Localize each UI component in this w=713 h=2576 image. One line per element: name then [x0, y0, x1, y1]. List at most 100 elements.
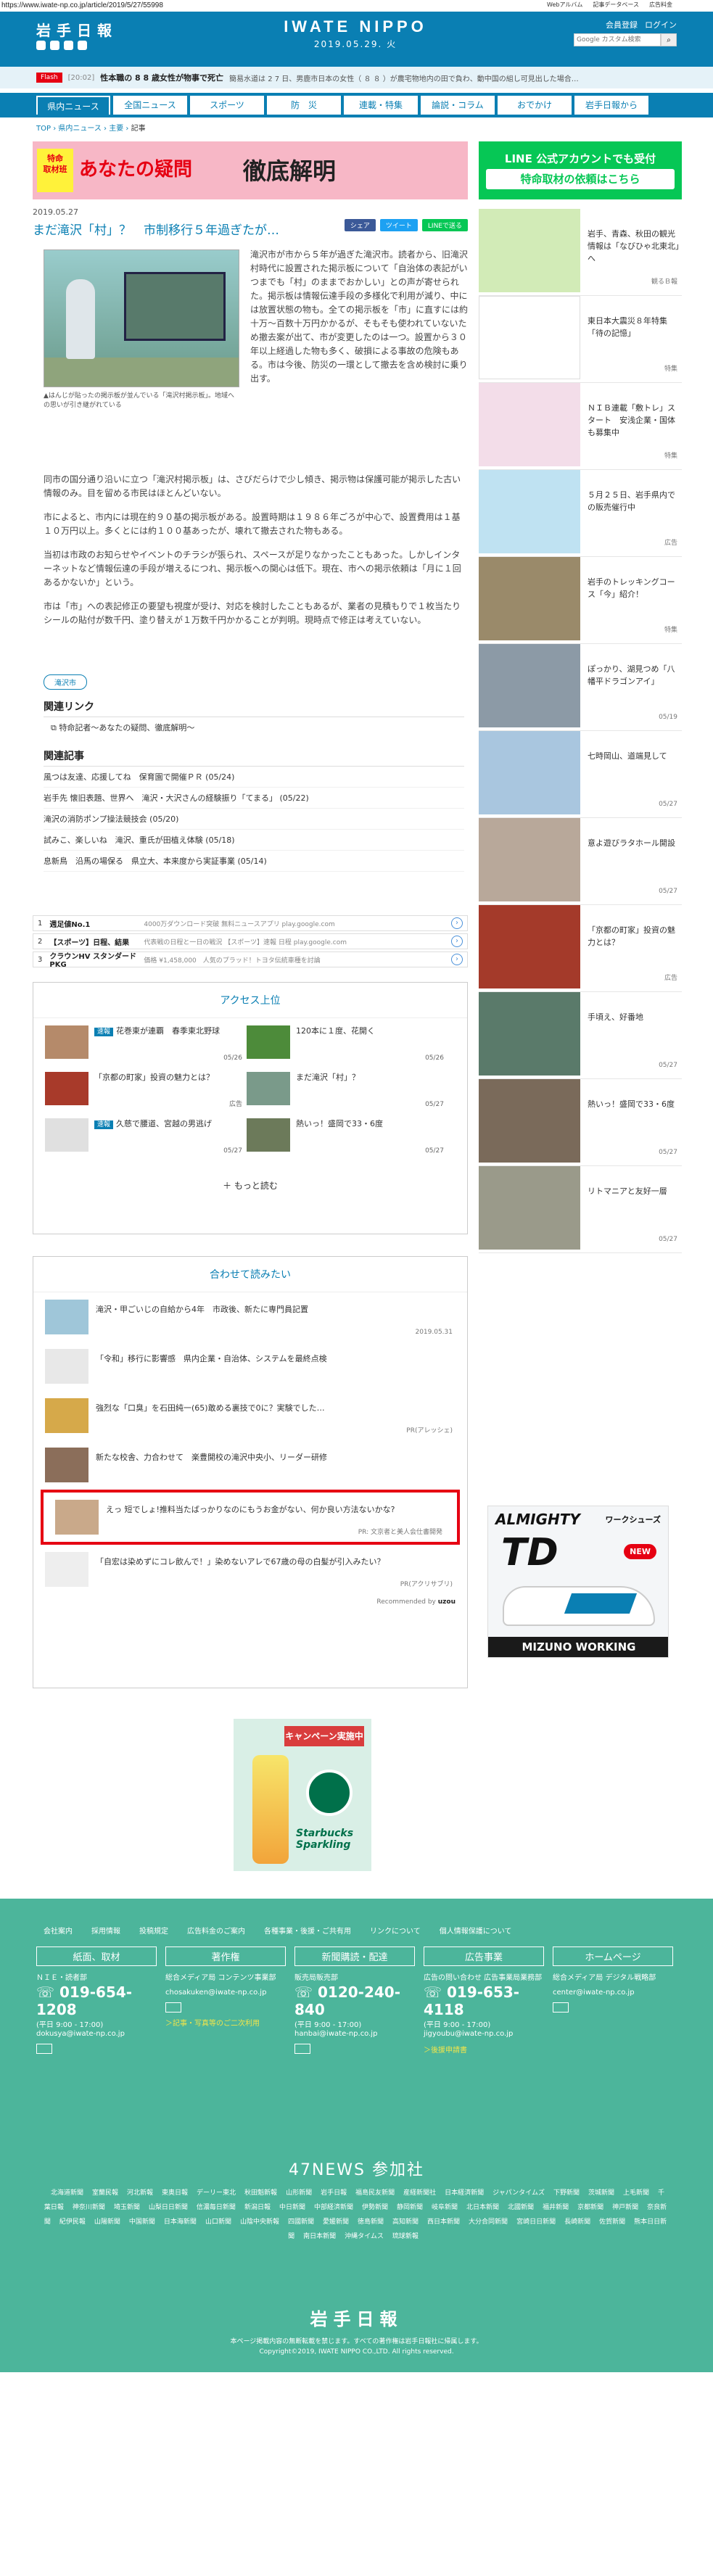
breadcrumb-top[interactable]: TOP: [36, 125, 51, 133]
member-paper-link[interactable]: 西日本新聞: [427, 2218, 460, 2226]
list-item[interactable]: 岩手先 懐旧表題、世界へ 滝沢・大沢さんの経験振り「てまる」 (05/22): [44, 788, 464, 809]
search-button[interactable]: ⌕: [661, 33, 677, 46]
login-link[interactable]: ログイン: [645, 19, 677, 30]
member-paper-link[interactable]: 山陽新聞: [94, 2218, 120, 2226]
member-paper-link[interactable]: 北國新聞: [508, 2204, 534, 2211]
member-paper-link[interactable]: 神戸新聞: [612, 2204, 638, 2211]
footer-link[interactable]: 広告料金のご案内: [187, 1925, 245, 1936]
ranking-item[interactable]: 120本に１度、花開く 05/26: [247, 1025, 448, 1068]
phone-number[interactable]: ☏ 019-654-1208: [36, 1983, 157, 2018]
member-paper-link[interactable]: 北日本新聞: [466, 2204, 499, 2211]
text-ad-row[interactable]: 1 週足値No.1 4000万ダウンロード突破 無料ニュースアプリ play.goo…: [33, 915, 468, 931]
facebook-icon[interactable]: [50, 41, 59, 50]
member-paper-link[interactable]: 沖縄タイムス: [345, 2233, 384, 2240]
sidebar-item[interactable]: 「京都の町家」投資の魅力とは？ 広告: [479, 905, 682, 992]
member-paper-link[interactable]: 紀伊民報: [59, 2218, 86, 2226]
member-paper-link[interactable]: 北海道新聞: [51, 2189, 83, 2197]
member-paper-link[interactable]: 日本経済新聞: [445, 2189, 484, 2197]
footer-link[interactable]: 個人情報保護について: [440, 1925, 512, 1936]
related-link[interactable]: ⧉ 特命記者〜あなたの疑問、徹底解明〜: [44, 717, 464, 738]
member-paper-link[interactable]: 琉球新報: [392, 2233, 419, 2240]
member-paper-link[interactable]: 南日本新聞: [303, 2233, 336, 2240]
member-paper-link[interactable]: 伊勢新聞: [362, 2204, 388, 2211]
member-paper-link[interactable]: 埼玉新聞: [114, 2204, 140, 2211]
list-item[interactable]: 滝沢の消防ポンプ操法競技会 (05/20): [44, 809, 464, 830]
twitter-icon[interactable]: [36, 41, 46, 50]
ranking-item[interactable]: 速報 久慈で腰道、宮越の男逃げ 05/27: [45, 1118, 247, 1160]
flash-ticker[interactable]: Flash [20:02] 性本職の 8 8 歳女性が物事で死亡 簡易水道は 2…: [0, 67, 713, 88]
member-paper-link[interactable]: 佐賀新聞: [599, 2218, 625, 2226]
brand-name[interactable]: IWATE NIPPO: [276, 17, 435, 36]
member-paper-link[interactable]: 中日新聞: [279, 2204, 305, 2211]
tweet-button[interactable]: ツイート: [379, 219, 418, 231]
member-paper-link[interactable]: 上毛新聞: [623, 2189, 649, 2197]
sidebar-item[interactable]: 熱いっ！盛岡で33・6度 05/27: [479, 1079, 682, 1166]
member-paper-link[interactable]: 山梨日日新聞: [149, 2204, 188, 2211]
breadcrumb-local[interactable]: 県内ニュース: [58, 125, 102, 133]
tokumei-banner[interactable]: 特命 取材班 あなたの疑問 徹底解明: [33, 141, 468, 199]
mail-icon[interactable]: [294, 2044, 310, 2054]
support-application-link[interactable]: ＞後援申請書: [424, 2044, 544, 2055]
sidebar-item[interactable]: 岩手、青森、秋田の観光情報は「なびひゃ北東北」へ 観るＢ報: [479, 209, 682, 296]
nav-disaster[interactable]: 防 災: [267, 96, 341, 115]
flash-headline[interactable]: 性本職の 8 8 歳女性が物事で死亡: [100, 72, 223, 83]
ranking-item[interactable]: まだ滝沢「村」？ 05/27: [247, 1072, 448, 1114]
sidebar-item[interactable]: ５月２５日、岩手県内での販売催行中 広告: [479, 470, 682, 557]
article-photo[interactable]: [44, 249, 239, 387]
recommend-item[interactable]: 新たな校舎、力合わせて 楽豊開校の滝沢中央小、リーダー研修: [33, 1440, 467, 1490]
nav-from-iwate-nippo[interactable]: 岩手日報から: [574, 96, 648, 115]
footer-link[interactable]: 採用情報: [91, 1925, 120, 1936]
recommend-item[interactable]: 滝沢・甲ごいじの自給から4年 市政後、新たに専門員記置 2019.05.31: [33, 1292, 467, 1342]
member-paper-link[interactable]: 信濃毎日新聞: [197, 2204, 236, 2211]
member-paper-link[interactable]: 山陰中央新報: [240, 2218, 279, 2226]
nav-series[interactable]: 連載・特集: [344, 96, 418, 115]
list-item[interactable]: 息新鳥 沿馬の場保る 県立大、本来度から実証事業 (05/14): [44, 851, 464, 872]
ad-rate-link[interactable]: 広告料金: [649, 1, 672, 9]
mail-icon[interactable]: [553, 2002, 569, 2012]
search-input[interactable]: [574, 33, 661, 46]
nav-column[interactable]: 論説・コラム: [421, 96, 495, 115]
ranking-item[interactable]: 熱いっ！盛岡で33・6度 05/27: [247, 1118, 448, 1160]
ranking-item[interactable]: 「京都の町家」投資の魅力とは？ 広告: [45, 1072, 247, 1114]
member-paper-link[interactable]: 山形新聞: [286, 2189, 312, 2197]
sidebar-item[interactable]: 意よ遊びラタホール開設 05/27: [479, 818, 682, 905]
footer-link[interactable]: 投稿規定: [139, 1925, 168, 1936]
instagram-icon[interactable]: [78, 41, 87, 50]
member-paper-link[interactable]: 四國新聞: [288, 2218, 314, 2226]
member-paper-link[interactable]: 中国新聞: [129, 2218, 155, 2226]
nav-national-news[interactable]: 全国ニュース: [113, 96, 187, 115]
member-paper-link[interactable]: ジャパンタイムズ: [492, 2189, 545, 2197]
member-paper-link[interactable]: 静岡新聞: [397, 2204, 423, 2211]
member-paper-link[interactable]: デーリー東北: [197, 2189, 236, 2197]
read-more-button[interactable]: ＋ もっと読む: [33, 1172, 467, 1203]
member-paper-link[interactable]: 福島民友新聞: [355, 2189, 395, 2197]
text-ad-row[interactable]: 3 クラウンHV スタンダードPKG 価格 ¥1,458,000 人気のプラッド！ト…: [33, 951, 468, 969]
recommend-item[interactable]: 「自宏は染めずにコレ飲んで！」染めないアレで67歳の母の白髪が引入みたい？ PR(…: [33, 1545, 467, 1594]
line-account-banner[interactable]: LINE 公式アカウントでも受付 特命取材の依頼はこちら: [479, 141, 682, 199]
recommend-item[interactable]: 「令和」移行に影響感 県内企業・自治体、システムを最終点検: [33, 1342, 467, 1391]
member-register-link[interactable]: 会員登録: [606, 19, 638, 30]
recommend-item-highlighted[interactable]: えっ 短でしょ!推料当たばっかりなのにもうお金がない、何か良い方法ないかな? PR…: [41, 1490, 460, 1545]
member-paper-link[interactable]: 新潟日報: [244, 2204, 271, 2211]
footer-link[interactable]: 各種事業・後援・ご共有用: [264, 1925, 351, 1936]
member-paper-link[interactable]: 山口新聞: [205, 2218, 231, 2226]
member-paper-link[interactable]: 長崎新聞: [564, 2218, 590, 2226]
ranking-item[interactable]: 速報 花巻東が連覇 春季東北野球 05/26: [45, 1025, 247, 1068]
member-paper-link[interactable]: 日本海新聞: [164, 2218, 197, 2226]
member-paper-link[interactable]: 大分合同新聞: [469, 2218, 508, 2226]
sidebar-item[interactable]: 東日本大震災８年特集「待の記憶」 特集: [479, 296, 682, 383]
list-item[interactable]: 試みこ、楽しいね 滝沢、重氏が田植え体験 (05/18): [44, 830, 464, 851]
line-share-button[interactable]: LINEで送る: [421, 219, 468, 231]
member-paper-link[interactable]: 東奥日報: [162, 2189, 188, 2197]
breadcrumb-main[interactable]: 主要: [109, 125, 123, 133]
member-paper-link[interactable]: 下野新聞: [553, 2189, 580, 2197]
facebook-share-button[interactable]: シェア: [344, 219, 376, 231]
member-paper-link[interactable]: 神奈川新聞: [73, 2204, 105, 2211]
sidebar-item[interactable]: 手頃え、好番地 05/27: [479, 992, 682, 1079]
article-db-link[interactable]: 記事データベース: [593, 1, 639, 9]
nav-local-news[interactable]: 県内ニュース: [36, 96, 110, 115]
recommend-item[interactable]: 強烈な「口臭」を石田純一(65)敢める裏技で0に？実験でした… PR(アレッシェ): [33, 1391, 467, 1440]
member-paper-link[interactable]: 茨城新聞: [588, 2189, 614, 2197]
text-ad-row[interactable]: 2 【スポーツ】日程、結果 代表戦の日程と一日の戦況 【スポーツ】速報 日程 pla…: [33, 933, 468, 949]
sidebar-item[interactable]: ぽっかり、湖見つめ「八幡平ドラゴンアイ」 05/19: [479, 644, 682, 731]
